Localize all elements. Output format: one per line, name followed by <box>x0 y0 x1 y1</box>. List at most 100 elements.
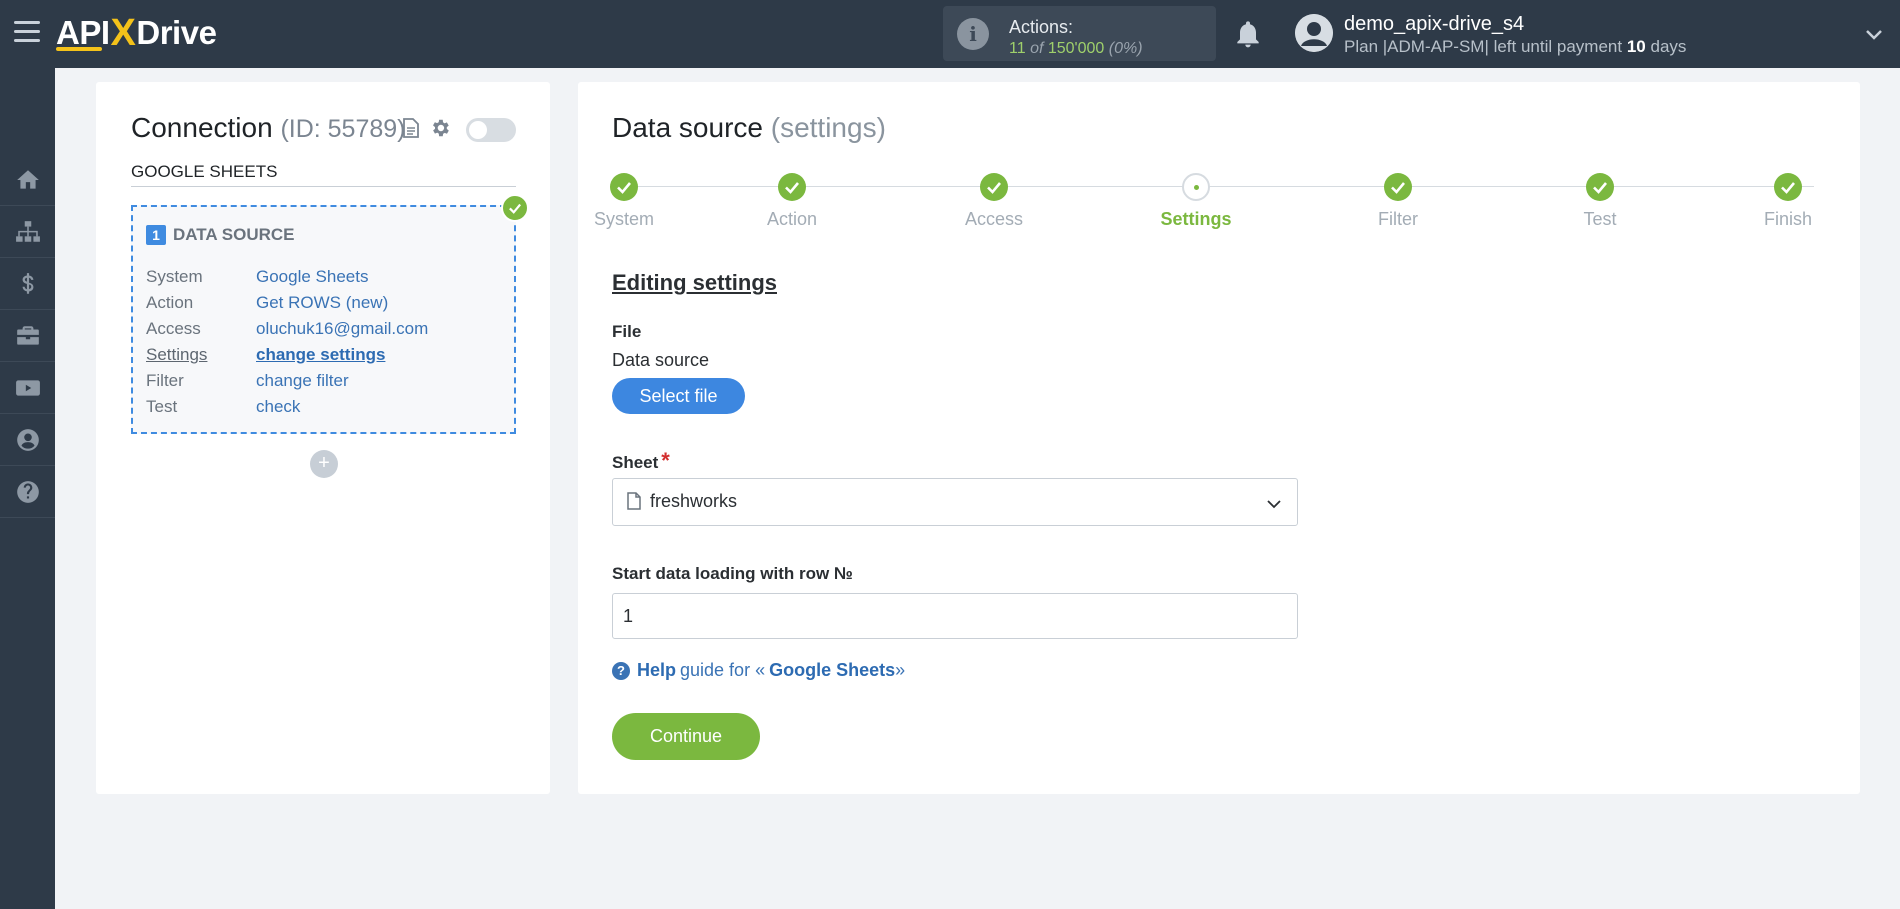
actions-used: 11 <box>1009 40 1026 57</box>
step-label: Action <box>766 209 818 229</box>
add-step-button[interactable]: + <box>310 450 338 478</box>
file-icon <box>627 492 641 510</box>
sidebar-item-help[interactable] <box>0 466 55 518</box>
data-source-card[interactable]: 1 DATA SOURCE System Google Sheets Actio… <box>131 205 516 434</box>
step-test[interactable]: Test <box>1540 173 1660 230</box>
sidebar <box>0 68 55 909</box>
step-done-icon <box>778 173 806 201</box>
file-label: File <box>612 322 642 341</box>
connection-toggle[interactable] <box>466 118 516 142</box>
ds-value-link[interactable]: Get ROWS (new) <box>256 293 388 313</box>
document-icon[interactable] <box>403 118 419 138</box>
sidebar-item-billing[interactable] <box>0 258 55 310</box>
help-link[interactable]: ? Help guide for «Google Sheets» <box>612 660 905 681</box>
step-action[interactable]: Action <box>732 173 852 230</box>
connection-panel: Connection (ID: 55789) GOOGLE SHEETS 1 D… <box>96 82 550 794</box>
video-icon <box>15 379 40 396</box>
connection-title-text: Connection <box>131 112 273 143</box>
plan-unit: days <box>1650 37 1687 56</box>
help-suffix: » <box>895 660 906 680</box>
ds-key: Test <box>146 397 178 416</box>
required-marker: * <box>661 448 670 473</box>
sheet-selected-value: freshworks <box>650 491 738 511</box>
logo-suffix: Drive <box>136 14 217 51</box>
menu-icon[interactable] <box>14 21 40 43</box>
page-title-text: Data source <box>612 112 763 143</box>
step-done-icon <box>1586 173 1614 201</box>
help-icon <box>16 480 39 503</box>
step-done-icon <box>610 173 638 201</box>
username[interactable]: demo_apix-drive_s4 <box>1344 13 1524 36</box>
ds-key: Action <box>146 293 194 312</box>
sheet-label: Sheet * <box>612 448 670 474</box>
step-label: Test <box>1583 209 1617 229</box>
connection-title: Connection (ID: 55789) <box>131 112 406 144</box>
data-source-number: 1 <box>146 225 166 245</box>
connection-id: (ID: 55789) <box>280 115 406 143</box>
chevron-down-icon <box>1267 500 1281 509</box>
sidebar-item-services[interactable] <box>0 310 55 362</box>
step-label: Filter <box>1378 209 1418 229</box>
sidebar-item-home[interactable] <box>0 154 55 206</box>
ds-key: Access <box>146 319 201 338</box>
user-icon <box>16 428 39 451</box>
page-title: Data source (settings) <box>612 112 886 144</box>
step-done-icon <box>1384 173 1412 201</box>
actions-counter[interactable]: i Actions: 11 of 150'000 (0%) <box>943 6 1216 61</box>
actions-percent: (0%) <box>1108 40 1143 57</box>
start-row-label: Start data loading with row № <box>612 564 853 583</box>
top-bar: API X Drive i Actions: 11 of 150'000 (0%) … <box>0 0 1900 68</box>
logo-underline <box>56 47 102 51</box>
ds-value-link[interactable]: Google Sheets <box>256 267 368 287</box>
chevron-down-icon[interactable] <box>1864 24 1884 44</box>
plan-info: Plan |ADM-AP-SM| left until payment 10 d… <box>1344 37 1686 57</box>
ds-value-link[interactable]: change settings <box>256 345 385 365</box>
sheet-select[interactable]: freshworks <box>612 478 1298 526</box>
start-row-input[interactable] <box>612 593 1298 639</box>
continue-button[interactable]: Continue <box>612 713 760 760</box>
ds-value-link[interactable]: change filter <box>256 371 349 391</box>
home-icon <box>16 169 39 189</box>
ds-key: Filter <box>146 371 184 390</box>
check-icon <box>501 194 529 222</box>
system-name: GOOGLE SHEETS <box>131 162 516 187</box>
editing-settings-heading: Editing settings <box>612 270 777 295</box>
select-file-button[interactable]: Select file <box>612 378 745 414</box>
gear-icon[interactable] <box>429 117 451 139</box>
step-label: Access <box>964 209 1024 229</box>
help-prefix: Help <box>637 660 677 680</box>
step-settings[interactable]: Settings <box>1136 173 1256 230</box>
data-source-title: DATA SOURCE <box>173 225 295 244</box>
help-middle: guide for « <box>680 660 766 680</box>
sidebar-item-connections[interactable] <box>0 206 55 258</box>
bell-icon[interactable] <box>1232 18 1264 50</box>
data-source-label: Data source <box>612 350 710 370</box>
sidebar-item-videos[interactable] <box>0 362 55 414</box>
ds-key: Settings <box>146 345 208 364</box>
sheet-label-text: Sheet <box>612 453 659 472</box>
step-label: Settings <box>1160 209 1232 229</box>
avatar[interactable] <box>1295 14 1333 52</box>
data-source-header: 1 DATA SOURCE <box>146 225 295 245</box>
ds-value-link[interactable]: oluchuk16@gmail.com <box>256 319 428 339</box>
step-current-icon <box>1182 173 1210 201</box>
plan-text: Plan |ADM-AP-SM| left until payment <box>1344 37 1623 56</box>
question-icon: ? <box>612 661 630 680</box>
dollar-icon <box>22 272 33 294</box>
step-filter[interactable]: Filter <box>1338 173 1458 230</box>
logo-x: X <box>110 11 136 54</box>
help-target: Google Sheets <box>769 660 896 680</box>
ds-value-link[interactable]: check <box>256 397 300 417</box>
step-label: System <box>593 209 654 229</box>
info-icon: i <box>957 18 989 50</box>
step-access[interactable]: Access <box>934 173 1054 230</box>
logo[interactable]: API X Drive <box>56 11 217 55</box>
briefcase-icon <box>16 325 39 345</box>
step-system[interactable]: System <box>564 173 684 230</box>
actions-total: 150'000 <box>1047 40 1105 57</box>
sidebar-item-profile[interactable] <box>0 414 55 466</box>
step-label: Finish <box>1763 209 1812 229</box>
sitemap-icon <box>15 220 40 242</box>
step-finish[interactable]: Finish <box>1728 173 1848 230</box>
page-title-suffix: (settings) <box>770 112 886 143</box>
